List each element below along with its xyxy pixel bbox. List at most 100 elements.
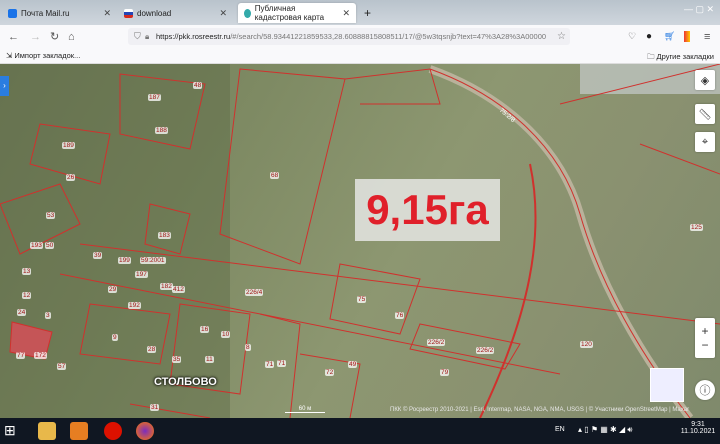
village-label: СТОЛБОВО — [154, 376, 217, 388]
start-icon[interactable]: ⊞ — [4, 422, 22, 440]
parcel-label[interactable]: 120 — [580, 341, 593, 348]
parcel-label[interactable]: 12 — [22, 292, 32, 299]
window-controls[interactable]: — ▢ ✕ — [684, 4, 714, 15]
parcel-label[interactable]: 188 — [155, 127, 168, 134]
url-path: /#/search/58.93441221859533,28.608888158… — [230, 32, 547, 41]
parcel-label[interactable]: 13 — [22, 268, 32, 275]
parcel-label[interactable]: 3 — [45, 312, 51, 319]
parcel-label[interactable]: 71 — [277, 360, 287, 367]
parcel-label[interactable]: 31 — [150, 404, 160, 411]
parcel-label[interactable]: 199 — [118, 257, 131, 264]
reload-icon[interactable]: ↻ — [50, 30, 59, 43]
bookmark-import[interactable]: ⇲ Импорт закладок... — [6, 51, 80, 60]
parcel-label[interactable]: 28 — [147, 346, 157, 353]
parcel-label[interactable]: 29 — [108, 286, 118, 293]
area-label: 9,15га — [355, 179, 500, 241]
parcel-label[interactable]: 35 — [172, 356, 182, 363]
parcel-label[interactable]: 226/2 — [476, 347, 495, 354]
parcel-label[interactable]: 226/2 — [427, 339, 446, 346]
parcel-label[interactable]: 226/4 — [245, 289, 264, 296]
parcel-label[interactable]: 49 — [348, 361, 358, 368]
parcel-label[interactable]: 10 — [221, 331, 231, 338]
tab-cadastral-map[interactable]: Публичная кадастровая карта ✕ — [238, 3, 356, 23]
url-host: https://pkk.rosreestr.ru — [156, 32, 231, 41]
tab-download[interactable]: download ✕ — [118, 3, 233, 23]
address-bar[interactable]: ⛉ 🔒︎ https://pkk.rosreestr.ru/#/search/5… — [128, 28, 570, 45]
new-tab-button[interactable]: + — [358, 3, 377, 23]
back-icon[interactable]: ← — [8, 31, 19, 43]
parcel-label[interactable]: 412 — [172, 286, 185, 293]
tab-label: Публичная кадастровая карта — [254, 4, 325, 22]
date: 11.10.2021 — [680, 428, 716, 435]
home-icon[interactable]: ⌂ — [68, 31, 75, 43]
bookmark-other[interactable]: 🗀︎ Другие закладки — [647, 51, 714, 64]
parcel-label[interactable]: 24 — [17, 309, 27, 316]
shield-icon: ⛉ — [134, 31, 141, 41]
ruler-button[interactable]: 📏︎ — [695, 104, 715, 124]
mail-icon — [8, 8, 17, 18]
parcel-label[interactable]: 72 — [325, 369, 335, 376]
tab-bar: Почта Mail.ru ✕ download ✕ Публичная кадас… — [0, 0, 720, 25]
parcel-label[interactable]: 48 — [193, 82, 203, 89]
parcel-label[interactable]: 197 — [135, 271, 148, 278]
zoom-control[interactable]: + − — [695, 318, 715, 358]
map-layer — [0, 64, 720, 418]
parcel-label[interactable]: 26 — [66, 174, 76, 181]
extension-icon[interactable]: ● — [646, 31, 652, 42]
bookmark-star-icon[interactable]: ☆ — [557, 31, 566, 42]
forward-icon[interactable]: → — [30, 31, 41, 43]
parcel-label[interactable]: 39 — [93, 252, 103, 259]
media-player-icon[interactable] — [70, 422, 88, 440]
parcel-label[interactable]: 192 — [128, 302, 141, 309]
opera-icon[interactable] — [104, 422, 122, 440]
parcel-label[interactable]: 11 — [205, 356, 214, 363]
clock[interactable]: 9:31 11.10.2021 — [678, 421, 718, 435]
parcel-label[interactable]: 57 — [57, 363, 67, 370]
parcel-label[interactable]: 189 — [62, 142, 75, 149]
firefox-icon[interactable] — [136, 422, 154, 440]
cart-icon[interactable]: 🛒︎ — [664, 31, 675, 42]
parcel-label[interactable]: 75 — [357, 296, 367, 303]
parcel-label[interactable]: 9 — [112, 334, 118, 341]
parcel-label[interactable]: 76 — [395, 312, 405, 319]
sidebar-toggle[interactable]: › — [0, 76, 9, 96]
parcel-label[interactable]: 77 — [16, 352, 26, 359]
close-tab-icon[interactable]: ✕ — [103, 8, 111, 19]
close-tab-icon[interactable]: ✕ — [219, 8, 227, 19]
cadastral-map[interactable]: 187 48 188 189 26 68 183 53 193 50 13 39 199 59:2001 1… — [0, 64, 720, 418]
explorer-icon[interactable] — [38, 422, 56, 440]
village-area — [0, 64, 230, 418]
parcel-label[interactable]: 125 — [690, 224, 703, 231]
parcel-label[interactable]: 193 — [30, 242, 43, 249]
parcel-label[interactable]: 71 — [265, 361, 275, 368]
yandex-bookmark-icon[interactable] — [684, 31, 690, 42]
parcel-label[interactable]: 172 — [34, 352, 47, 359]
tab-mail[interactable]: Почта Mail.ru ✕ — [2, 3, 117, 23]
parcel-label[interactable]: 182 — [160, 283, 173, 290]
tray-icons[interactable]: ▴ ▯ ⚑ ▦ ✱ ◢ 🔊︎ — [578, 425, 632, 435]
zoom-in-icon[interactable]: + — [701, 324, 708, 338]
zoom-out-icon[interactable]: − — [701, 338, 708, 352]
parcel-label[interactable]: 8 — [245, 344, 251, 351]
parcel-label[interactable]: 59:2001 — [140, 257, 166, 264]
menu-icon[interactable]: ≡ — [704, 31, 710, 43]
close-tab-icon[interactable]: ✕ — [342, 8, 350, 19]
taskbar: ⊞ EN ▴ ▯ ⚑ ▦ ✱ ◢ 🔊︎ 9:31 11.10.2021 — [0, 418, 720, 444]
parcel-label[interactable]: 53 — [46, 212, 56, 219]
minimap[interactable] — [650, 368, 684, 402]
layers-button[interactable]: ◈ — [695, 70, 715, 90]
parcel-label[interactable]: 16 — [200, 326, 210, 333]
parcel-label[interactable]: 79 — [440, 369, 450, 376]
pocket-icon[interactable]: ♡ — [628, 31, 636, 42]
road — [428, 65, 694, 418]
parcel-label[interactable]: 187 — [148, 94, 161, 101]
parcel-label[interactable]: 183 — [158, 232, 171, 239]
attribution: ПКК © Росреестр 2010-2021 | Esri, Interm… — [390, 407, 690, 413]
parcel-label[interactable]: 68 — [270, 172, 280, 179]
bookmarks-bar: ⇲ Импорт закладок... 🗀︎ Другие закладки — [0, 48, 720, 64]
parcel-label[interactable]: 50 — [45, 242, 55, 249]
language-indicator[interactable]: EN — [555, 426, 565, 433]
locate-button[interactable]: ⌖ — [695, 132, 715, 152]
scale-bar: 60 м — [285, 406, 325, 413]
info-button[interactable]: ⓘ — [695, 380, 715, 400]
